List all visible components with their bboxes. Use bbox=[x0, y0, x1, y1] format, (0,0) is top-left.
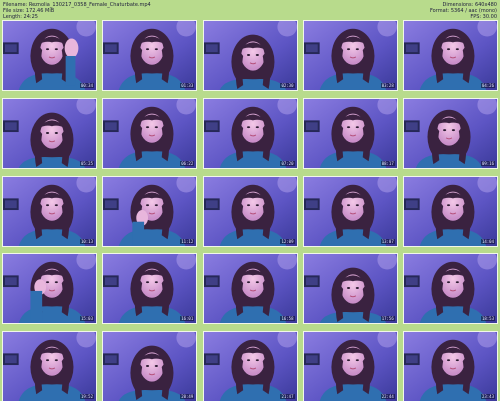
thumbnail-frame-image bbox=[203, 98, 297, 168]
video-thumbnail[interactable]: 02:30 bbox=[202, 20, 298, 91]
thumbnail-frame-image bbox=[103, 98, 197, 168]
video-thumbnail[interactable]: 20:49 bbox=[102, 331, 198, 401]
video-thumbnail[interactable]: 23:43 bbox=[403, 331, 498, 401]
video-thumbnail[interactable]: 06:22 bbox=[102, 97, 198, 169]
thumbnail-timestamp: 08:17 bbox=[380, 160, 395, 166]
thumbnail-frame-image bbox=[3, 254, 96, 324]
thumbnail-timestamp: 05:25 bbox=[79, 160, 94, 166]
thumbnail-frame-image bbox=[303, 98, 397, 168]
thumbnail-frame-image bbox=[404, 254, 497, 324]
thumbnail-timestamp: 14:04 bbox=[480, 238, 495, 244]
video-thumbnail[interactable]: 16:01 bbox=[102, 253, 198, 325]
thumbnail-timestamp: 10:13 bbox=[79, 238, 94, 244]
thumbnail-frame-image bbox=[404, 21, 497, 90]
video-thumbnail[interactable]: 07:20 bbox=[202, 97, 298, 169]
thumbnail-timestamp: 04:26 bbox=[480, 83, 495, 88]
thumbnail-timestamp: 19:52 bbox=[79, 394, 94, 399]
thumbnail-timestamp: 01:33 bbox=[180, 83, 195, 88]
thumbnail-frame-image bbox=[404, 98, 497, 168]
thumbnail-frame-image bbox=[103, 176, 197, 246]
thumbnail-timestamp: 07:20 bbox=[280, 160, 295, 166]
contact-sheet: Filename: Reznolia_130217_0358_Female_Ch… bbox=[0, 0, 500, 401]
video-info-right: Dimensions: 640x480 Format: 5364 / aac (… bbox=[430, 2, 497, 20]
thumbnail-timestamp: 23:43 bbox=[480, 394, 495, 399]
video-thumbnail[interactable]: 21:47 bbox=[202, 331, 298, 401]
video-thumbnail[interactable]: 01:33 bbox=[102, 20, 198, 91]
thumbnail-frame-image bbox=[103, 332, 197, 401]
video-thumbnail[interactable]: 10:13 bbox=[2, 175, 97, 247]
thumbnail-frame-image bbox=[303, 332, 397, 401]
video-thumbnail[interactable]: 09:16 bbox=[403, 97, 498, 169]
thumbnail-frame-image bbox=[203, 176, 297, 246]
thumbnail-timestamp: 02:30 bbox=[280, 83, 295, 88]
thumbnail-frame-image bbox=[103, 21, 197, 90]
thumbnail-timestamp: 22:44 bbox=[380, 394, 395, 399]
thumbnail-timestamp: 18:53 bbox=[480, 316, 495, 322]
thumbnail-grid: 00:34 01:33 02:30 03:28 04:26 05:25 06:22 07:20… bbox=[2, 20, 498, 401]
video-thumbnail[interactable]: 12:09 bbox=[202, 175, 298, 247]
video-thumbnail[interactable]: 11:12 bbox=[102, 175, 198, 247]
thumbnail-timestamp: 16:58 bbox=[280, 316, 295, 322]
thumbnail-timestamp: 21:47 bbox=[280, 394, 295, 399]
video-thumbnail[interactable]: 15:03 bbox=[2, 253, 97, 325]
thumbnail-timestamp: 06:22 bbox=[180, 160, 195, 166]
video-thumbnail[interactable]: 18:53 bbox=[403, 253, 498, 325]
thumbnail-frame-image bbox=[103, 254, 197, 324]
thumbnail-frame-image bbox=[3, 98, 96, 168]
video-thumbnail[interactable]: 14:04 bbox=[403, 175, 498, 247]
video-info-header: Filename: Reznolia_130217_0358_Female_Ch… bbox=[3, 2, 497, 20]
video-thumbnail[interactable]: 19:52 bbox=[2, 331, 97, 401]
video-thumbnail[interactable]: 13:07 bbox=[302, 175, 398, 247]
thumbnail-timestamp: 17:56 bbox=[380, 316, 395, 322]
video-thumbnail[interactable]: 04:26 bbox=[403, 20, 498, 91]
thumbnail-timestamp: 11:12 bbox=[180, 238, 195, 244]
video-thumbnail[interactable]: 17:56 bbox=[302, 253, 398, 325]
thumbnail-frame-image bbox=[3, 176, 96, 246]
thumbnail-frame-image bbox=[404, 332, 497, 401]
thumbnail-frame-image bbox=[303, 21, 397, 90]
thumbnail-frame-image bbox=[203, 21, 297, 90]
thumbnail-timestamp: 00:34 bbox=[79, 83, 94, 88]
video-thumbnail[interactable]: 03:28 bbox=[302, 20, 398, 91]
thumbnail-frame-image bbox=[203, 332, 297, 401]
video-thumbnail[interactable]: 22:44 bbox=[302, 331, 398, 401]
thumbnail-frame-image bbox=[404, 176, 497, 246]
thumbnail-frame-image bbox=[3, 21, 96, 90]
video-thumbnail[interactable]: 16:58 bbox=[202, 253, 298, 325]
video-thumbnail[interactable]: 05:25 bbox=[2, 97, 97, 169]
thumbnail-frame-image bbox=[203, 254, 297, 324]
thumbnail-frame-image bbox=[303, 176, 397, 246]
thumbnail-timestamp: 03:28 bbox=[380, 83, 395, 88]
thumbnail-frame-image bbox=[3, 332, 96, 401]
thumbnail-timestamp: 20:49 bbox=[180, 394, 195, 399]
thumbnail-timestamp: 09:16 bbox=[480, 160, 495, 166]
video-thumbnail[interactable]: 08:17 bbox=[302, 97, 398, 169]
thumbnail-timestamp: 16:01 bbox=[180, 316, 195, 322]
thumbnail-timestamp: 12:09 bbox=[280, 238, 295, 244]
video-info-left: Filename: Reznolia_130217_0358_Female_Ch… bbox=[3, 2, 151, 20]
thumbnail-timestamp: 15:03 bbox=[79, 316, 94, 322]
video-thumbnail[interactable]: 00:34 bbox=[2, 20, 97, 91]
thumbnail-timestamp: 13:07 bbox=[380, 238, 395, 244]
thumbnail-frame-image bbox=[303, 254, 397, 324]
